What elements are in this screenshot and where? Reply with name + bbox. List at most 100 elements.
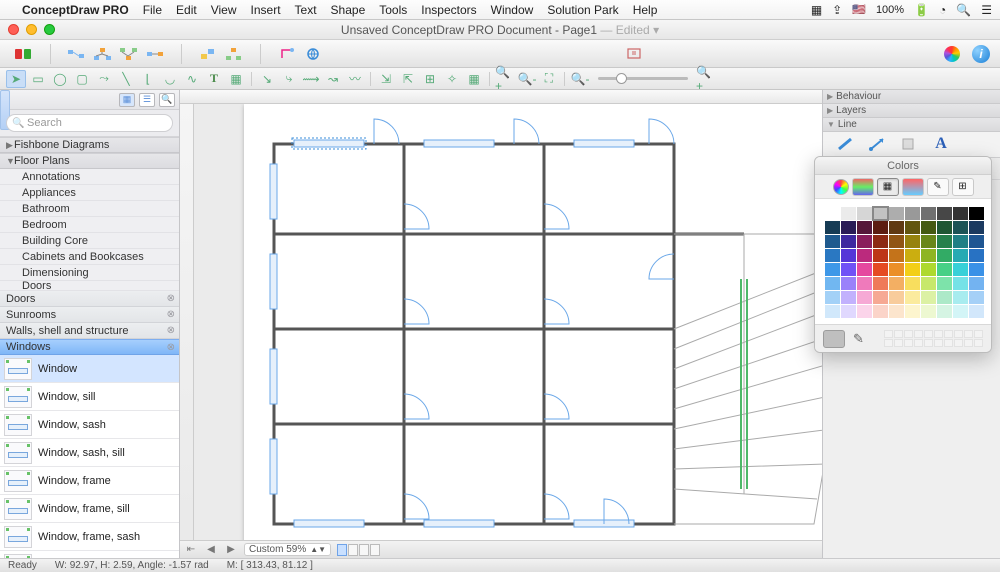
color-swatch[interactable] <box>953 305 968 318</box>
color-swatch[interactable] <box>889 263 904 276</box>
horizontal-ruler[interactable] <box>180 90 822 104</box>
view-grid-icon[interactable]: ▦ <box>119 93 135 107</box>
zoom-plus-icon[interactable]: 🔍+ <box>696 70 716 88</box>
library-fishbone[interactable]: ▶Fishbone Diagrams <box>0 137 179 153</box>
color-swatch[interactable] <box>889 235 904 248</box>
ellipse-tool-icon[interactable]: ◯ <box>50 70 70 88</box>
text-tool-icon[interactable]: T <box>204 70 224 88</box>
color-palettes-tab-icon[interactable]: ▦ <box>877 178 899 196</box>
color-swatch[interactable] <box>921 207 936 220</box>
color-swatch[interactable] <box>857 249 872 262</box>
inspector-layers[interactable]: ▶Layers <box>823 104 1000 118</box>
snap-icon[interactable] <box>275 44 299 64</box>
connector-smart-icon[interactable]: ⤷ <box>279 70 299 88</box>
shape-window-sash[interactable]: Window, sash <box>0 411 179 439</box>
color-swatch[interactable] <box>921 291 936 304</box>
connector-direct-icon[interactable]: ↘ <box>257 70 277 88</box>
chain-link-icon[interactable] <box>65 44 89 64</box>
color-swatch[interactable] <box>841 249 856 262</box>
color-swatch[interactable] <box>953 291 968 304</box>
lib-item-appliances[interactable]: Appliances <box>0 185 179 201</box>
color-swatch[interactable] <box>969 277 984 290</box>
color-swatch[interactable] <box>889 305 904 318</box>
shape-window-frame-sash-sill[interactable]: Window, frame, sash, sill <box>0 551 179 558</box>
menu-help[interactable]: Help <box>633 3 658 17</box>
zoom-slider[interactable] <box>598 77 688 80</box>
arc-tool-icon[interactable]: ◡ <box>160 70 180 88</box>
line-ends-tab-icon[interactable] <box>867 135 887 155</box>
shape-window-sash-sill[interactable]: Window, sash, sill <box>0 439 179 467</box>
menu-text[interactable]: Text <box>295 3 317 17</box>
color-swatch[interactable] <box>937 235 952 248</box>
color-swatch[interactable] <box>825 221 840 234</box>
app-menu[interactable]: ConceptDraw PRO <box>22 3 129 17</box>
color-swatch[interactable] <box>873 249 888 262</box>
color-swatch[interactable] <box>905 305 920 318</box>
inspector-behaviour[interactable]: ▶Behaviour <box>823 90 1000 104</box>
color-swatch[interactable] <box>937 277 952 290</box>
color-swatch[interactable] <box>921 305 936 318</box>
bezier-tool-icon[interactable]: ⤳ <box>94 70 114 88</box>
lib-item-building-core[interactable]: Building Core <box>0 233 179 249</box>
color-swatch[interactable] <box>825 291 840 304</box>
color-swatch[interactable] <box>969 249 984 262</box>
color-swatch[interactable] <box>969 305 984 318</box>
scroll-home-icon[interactable]: ⇤ <box>184 544 198 555</box>
color-swatch[interactable] <box>921 249 936 262</box>
clock-icon[interactable]: ◔ <box>939 3 946 17</box>
color-swatch[interactable] <box>825 277 840 290</box>
flow-icon[interactable] <box>143 44 167 64</box>
menu-insert[interactable]: Insert <box>251 3 281 17</box>
lib-item-doors-leaf[interactable]: Doors <box>0 281 179 291</box>
zoom-fit-icon[interactable]: ⛶ <box>539 70 559 88</box>
connector-round-icon[interactable]: ↝ <box>323 70 343 88</box>
color-swatch[interactable] <box>889 291 904 304</box>
polyline-tool-icon[interactable]: ⌊ <box>138 70 158 88</box>
drawing-page[interactable] <box>244 104 822 558</box>
color-extra-tab-icon[interactable]: ⊞ <box>952 178 974 196</box>
libraries-icon[interactable] <box>12 44 36 64</box>
menu-window[interactable]: Window <box>491 3 534 17</box>
color-swatch[interactable] <box>825 235 840 248</box>
color-swatch[interactable] <box>937 263 952 276</box>
settings-b-icon[interactable]: ⇱ <box>398 70 418 88</box>
tree-diagram-icon[interactable] <box>91 44 115 64</box>
color-swatch[interactable] <box>953 207 968 220</box>
color-swatch[interactable] <box>841 277 856 290</box>
color-swatch[interactable] <box>905 221 920 234</box>
spotlight-icon[interactable]: ▦ <box>811 3 822 17</box>
line-tool-icon[interactable]: ╲ <box>116 70 136 88</box>
list-icon[interactable]: ☰ <box>981 3 992 17</box>
menu-file[interactable]: File <box>143 3 162 17</box>
section-doors[interactable]: Doors <box>0 291 179 307</box>
color-crayons-tab-icon[interactable]: ✎ <box>927 178 949 196</box>
lib-item-dimensioning[interactable]: Dimensioning <box>0 265 179 281</box>
color-swatch[interactable] <box>825 249 840 262</box>
color-swatch[interactable] <box>857 221 872 234</box>
inspector-line[interactable]: ▼Line <box>823 118 1000 132</box>
shadow-tab-icon[interactable] <box>899 135 919 155</box>
color-swatch[interactable] <box>857 263 872 276</box>
battery-icon[interactable]: 🔋 <box>914 3 929 17</box>
shape-window-sill[interactable]: Window, sill <box>0 383 179 411</box>
org-chart-icon[interactable] <box>117 44 141 64</box>
color-swatch[interactable] <box>969 207 984 220</box>
lib-item-annotations[interactable]: Annotations <box>0 169 179 185</box>
color-swatch[interactable] <box>921 277 936 290</box>
color-swatch[interactable] <box>953 249 968 262</box>
zoom-slider-knob[interactable] <box>616 73 627 84</box>
color-swatch[interactable] <box>857 207 872 220</box>
color-swatch[interactable] <box>841 263 856 276</box>
document-edited-state[interactable]: — Edited ▾ <box>600 23 659 37</box>
snap-guide-icon[interactable]: ✧ <box>442 70 462 88</box>
zoom-minus-icon[interactable]: 🔍- <box>570 70 590 88</box>
info-icon[interactable]: i <box>972 45 990 63</box>
color-swatch[interactable] <box>889 249 904 262</box>
vertical-ruler[interactable] <box>180 104 194 558</box>
lib-item-bedroom[interactable]: Bedroom <box>0 217 179 233</box>
zoom-in-icon[interactable]: 🔍+ <box>495 70 515 88</box>
shape-window-frame-sash[interactable]: Window, frame, sash <box>0 523 179 551</box>
text-style-tab-icon[interactable]: A <box>931 135 951 155</box>
page-thumbnails[interactable] <box>337 544 380 556</box>
section-windows[interactable]: Windows <box>0 339 179 355</box>
